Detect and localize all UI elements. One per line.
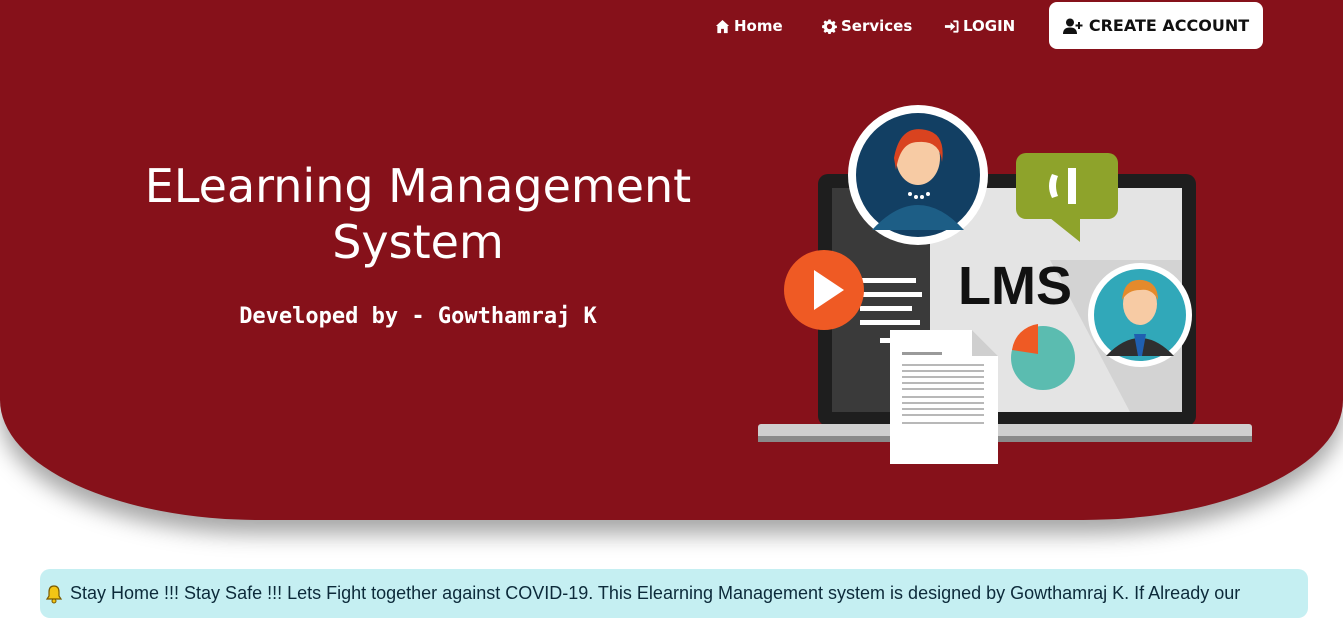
user-plus-icon: [1062, 18, 1083, 34]
nav-home-link[interactable]: Home: [715, 17, 783, 35]
bell-icon: [45, 584, 63, 603]
notice-marquee: Stay Home !!! Stay Safe !!! Lets Fight t…: [40, 583, 1240, 604]
nav-home-label: Home: [734, 17, 783, 35]
create-account-button[interactable]: CREATE ACCOUNT: [1049, 2, 1263, 49]
lms-label: LMS: [958, 256, 1072, 316]
title-line-1: ELearning Management: [144, 159, 692, 213]
title-line-2: System: [332, 215, 504, 269]
home-icon: [715, 19, 730, 33]
notice-text: Stay Home !!! Stay Safe !!! Lets Fight t…: [70, 583, 1241, 603]
nav-login-label: LOGIN: [963, 17, 1016, 35]
nav-services-label: Services: [841, 17, 913, 35]
nav-services-link[interactable]: Services: [822, 17, 912, 35]
sign-in-icon: [944, 19, 959, 33]
page-title: ELearning Management System: [118, 158, 718, 270]
lms-illustration: LMS: [758, 105, 1252, 464]
notice-banner: Stay Home !!! Stay Safe !!! Lets Fight t…: [40, 569, 1308, 618]
create-account-label: CREATE ACCOUNT: [1088, 16, 1250, 35]
hero-banner: Home Services LOGIN ELearning Management…: [0, 0, 1343, 520]
developer-credit: Developed by - Gowthamraj K: [239, 304, 597, 329]
nav-login-link[interactable]: LOGIN: [944, 17, 1015, 35]
gear-icon: [822, 18, 837, 34]
